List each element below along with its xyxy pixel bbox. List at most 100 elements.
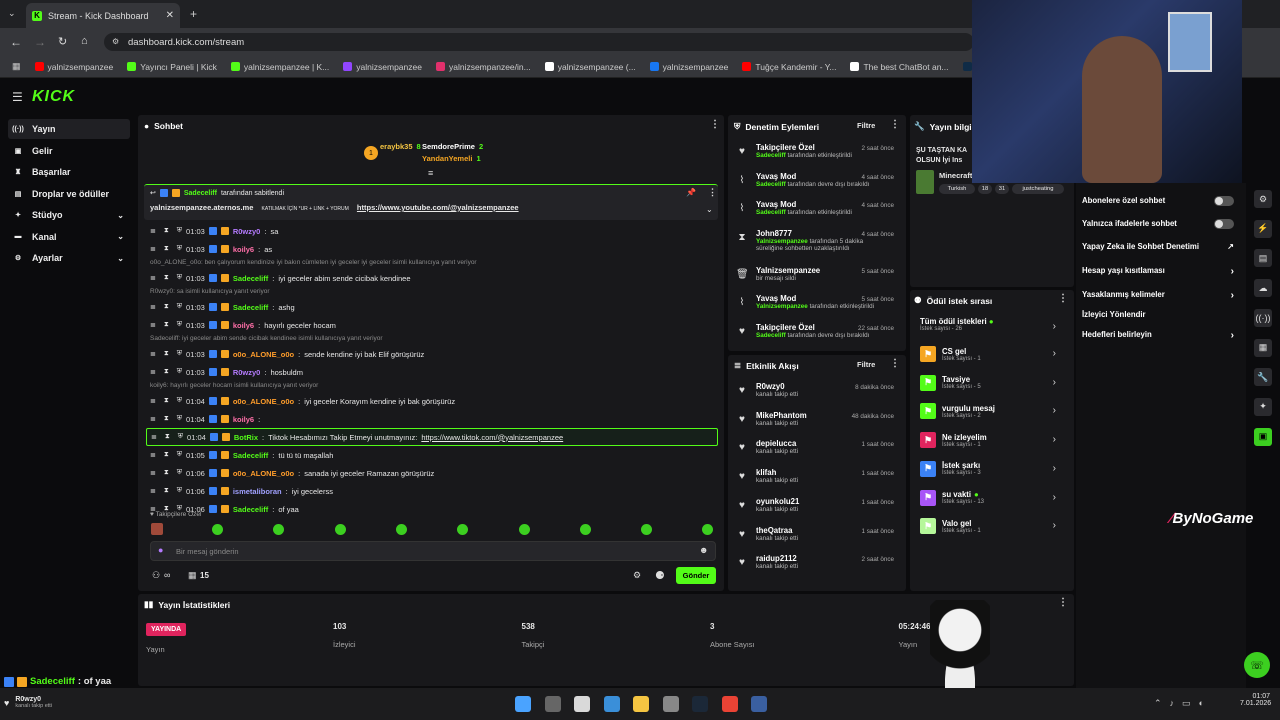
taskbar-app-icon[interactable] <box>721 696 738 712</box>
ban-icon[interactable]: ⛨ <box>178 433 183 441</box>
timeout-icon[interactable]: ⧗ <box>164 350 169 358</box>
timeout-icon[interactable]: ⧗ <box>165 433 170 441</box>
emote-icon[interactable] <box>212 524 223 535</box>
stream-tag[interactable]: 31 <box>995 184 1009 194</box>
toolbar-button-icon[interactable]: ▣ <box>1254 427 1272 446</box>
message-actions-icon[interactable]: ≣ <box>151 433 157 441</box>
message-actions-icon[interactable]: ≣ <box>150 321 156 329</box>
moderation-menu-icon[interactable]: ⋮ <box>890 119 900 130</box>
ban-icon[interactable]: ⛨ <box>177 227 182 235</box>
reward-item[interactable]: ⚑ vurgulu mesaj İstek sayısı - 2 › <box>920 403 1070 420</box>
toolbar-button-icon[interactable]: ((·)) <box>1254 308 1272 327</box>
sidebar-item-7[interactable]: ⚙ Ayarlar ⌄ <box>8 248 130 268</box>
moderation-item-user[interactable]: Sadeceliff <box>756 332 786 339</box>
reward-item[interactable]: ⚑ Tavsiye İstek sayısı - 5 › <box>920 374 1070 391</box>
ban-icon[interactable]: ⛨ <box>177 274 182 282</box>
message-user[interactable]: koily6 <box>233 245 254 254</box>
timeout-icon[interactable]: ⧗ <box>164 245 169 253</box>
activity-item-user[interactable]: depielucca <box>756 439 798 448</box>
activity-item-user[interactable]: R0wzy0 <box>756 382 798 391</box>
activity-item-user[interactable]: MikePhantom <box>756 411 807 420</box>
chat-setting-6[interactable]: İzleyici Yönlendir <box>1082 310 1242 322</box>
stream-tag[interactable]: 18 <box>978 184 992 194</box>
bookmark-item[interactable]: The best ChatBot an... <box>850 62 949 72</box>
reward-item[interactable]: ⚑ CS gel İstek sayısı - 1 › <box>920 346 1070 362</box>
message-user[interactable]: BotRix <box>234 433 258 442</box>
message-actions-icon[interactable]: ≣ <box>150 469 156 477</box>
sidebar-item-2[interactable]: ▣ Gelir <box>8 141 130 161</box>
message-user[interactable]: Sadeceliff <box>233 303 268 312</box>
ban-icon[interactable]: ⛨ <box>177 350 182 358</box>
timeout-icon[interactable]: ⧗ <box>164 397 169 405</box>
ban-icon[interactable]: ⛨ <box>177 303 182 311</box>
chat-setting-3[interactable]: Yapay Zeka ile Sohbet Denetimi ↗ <box>1082 242 1242 254</box>
chat-setting-5[interactable]: Yasaklanmış kelimeler › <box>1082 290 1242 302</box>
stream-tag[interactable]: Turkish <box>939 184 975 194</box>
message-user[interactable]: ismetaliboran <box>233 487 282 496</box>
message-user[interactable]: koily6 <box>233 415 254 424</box>
timeout-icon[interactable]: ⧗ <box>164 368 169 376</box>
emote-icon[interactable] <box>579 524 591 535</box>
rewards-menu-icon[interactable]: ⋮ <box>1058 293 1068 304</box>
message-user[interactable]: o0o_ALONE_o0o <box>233 350 294 359</box>
mic-icon[interactable]: ● <box>158 545 163 555</box>
sidebar-item-1[interactable]: ((·)) Yayın <box>8 119 130 139</box>
category-name[interactable]: Minecraft <box>939 171 972 180</box>
toolbar-button-icon[interactable]: ⚙ <box>1254 190 1272 208</box>
home-icon[interactable]: ⌂ <box>81 35 88 47</box>
message-user[interactable]: o0o_ALONE_o0o <box>233 469 294 478</box>
taskbar-app-icon[interactable] <box>515 696 531 712</box>
site-info-icon[interactable]: ⚙ <box>112 37 119 46</box>
timeout-icon[interactable]: ⧗ <box>164 487 169 495</box>
message-actions-icon[interactable]: ≣ <box>150 397 156 405</box>
message-user[interactable]: R0wzy0 <box>233 368 261 377</box>
toolbar-button-icon[interactable]: ▦ <box>1254 338 1272 357</box>
stats-menu-icon[interactable]: ⋮ <box>1058 597 1068 608</box>
timeout-icon[interactable]: ⧗ <box>164 469 169 477</box>
tab-list-icon[interactable]: ⌄ <box>8 8 16 19</box>
chat-setting-2[interactable]: Yalnızca ifadelerle sohbet <box>1082 219 1242 231</box>
taskbar-app-icon[interactable] <box>574 696 590 712</box>
timeout-icon[interactable]: ⧗ <box>164 415 169 423</box>
ban-icon[interactable]: ⛨ <box>177 415 182 423</box>
toggle-switch[interactable] <box>1214 196 1234 206</box>
emote-icon[interactable] <box>395 524 407 535</box>
message-actions-icon[interactable]: ≣ <box>150 227 156 235</box>
message-user[interactable]: o0o_ALONE_o0o <box>233 397 294 406</box>
bookmark-item[interactable]: Yayıncı Paneli | Kick <box>127 62 217 72</box>
emote-icon[interactable] <box>334 524 346 535</box>
moderation-filter[interactable]: Filtre <box>857 121 875 130</box>
sidebar-item-6[interactable]: ▬ Kanal ⌄ <box>8 227 130 247</box>
bookmark-item[interactable]: yalnizsempanzee <box>343 62 422 72</box>
reload-icon[interactable]: ↻ <box>58 35 67 48</box>
ban-icon[interactable]: ⛨ <box>177 469 182 477</box>
chat-setting-1[interactable]: Abonelere özel sohbet <box>1082 196 1242 208</box>
all-rewards-item[interactable]: Tüm ödül istekleri ● İstek sayısı - 26 › <box>920 317 1070 341</box>
timeout-icon[interactable]: ⧗ <box>164 451 169 459</box>
ban-icon[interactable]: ⛨ <box>177 321 182 329</box>
menu-icon[interactable]: ☰ <box>12 90 23 104</box>
message-user[interactable]: koily6 <box>233 321 254 330</box>
chat-menu-icon[interactable]: ⋮ <box>710 119 720 130</box>
activity-menu-icon[interactable]: ⋮ <box>890 358 900 369</box>
kick-logo[interactable]: KICK <box>32 88 75 106</box>
timeout-icon[interactable]: ⧗ <box>164 321 169 329</box>
toggle-switch[interactable] <box>1214 219 1234 229</box>
activity-item-user[interactable]: theQatraa <box>756 526 798 535</box>
address-bar[interactable]: dashboard.kick.com/stream <box>104 33 974 51</box>
back-icon[interactable]: ← <box>10 35 22 49</box>
message-user[interactable]: Sadeceliff <box>233 451 268 460</box>
activity-filter[interactable]: Filtre <box>857 360 875 369</box>
message-user[interactable]: Sadeceliff <box>233 505 268 514</box>
activity-item-user[interactable]: oyunkolu21 <box>756 497 799 506</box>
activity-item-user[interactable]: raidup2112 <box>756 554 798 563</box>
sidebar-item-4[interactable]: ▤ Droplar ve ödüller <box>8 184 130 204</box>
pinned-by-user[interactable]: Sadeceliff <box>184 190 217 197</box>
message-actions-icon[interactable]: ≣ <box>150 245 156 253</box>
taskbar-app-icon[interactable] <box>603 696 620 712</box>
moderation-item-user[interactable]: Sadeceliff <box>756 181 786 188</box>
message-actions-icon[interactable]: ≣ <box>150 350 156 358</box>
top-user[interactable]: YandanYemeli 1 <box>422 154 481 163</box>
activity-item-user[interactable]: klifah <box>756 468 798 477</box>
pinned-link[interactable]: https://www.youtube.com/@yalnizsempanzee <box>357 203 519 212</box>
